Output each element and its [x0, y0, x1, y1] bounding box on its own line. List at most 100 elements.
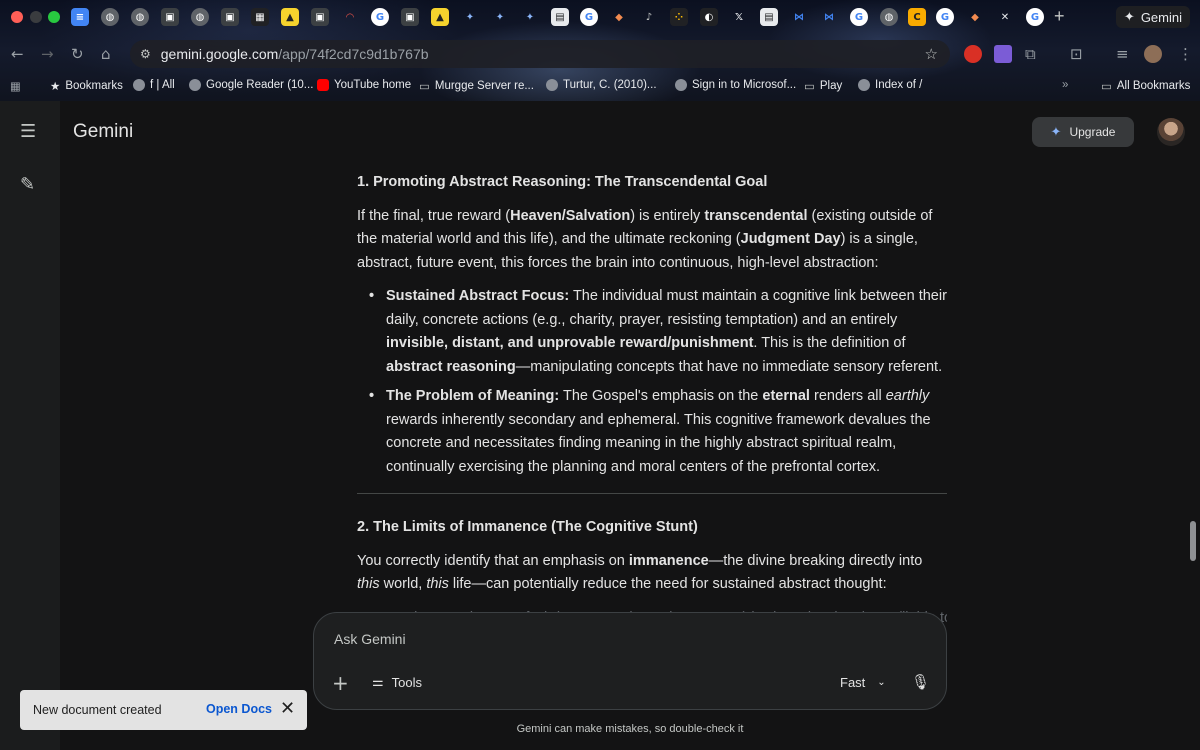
main-menu-icon[interactable]: ☰	[20, 121, 36, 142]
prompt-input[interactable]: Ask Gemini	[334, 631, 406, 647]
apps-grid-icon[interactable]: ▦	[10, 79, 21, 93]
tab-blue-icon[interactable]: ⋈	[820, 8, 838, 26]
mode-label: Fast	[840, 675, 866, 690]
tab-globe-icon[interactable]: ◍	[880, 8, 898, 26]
tab-audio-icon[interactable]: ♪	[640, 8, 658, 26]
tab-gemini-icon[interactable]: ✦	[461, 8, 479, 26]
tab-blue-icon[interactable]: ⋈	[790, 8, 808, 26]
bookmarks-bar: ▦ ★ Bookmarks f | All Google Reader (10..…	[0, 76, 1200, 98]
active-tab-title: Gemini	[1140, 9, 1182, 25]
bookmark-item[interactable]: YouTube home	[317, 79, 411, 91]
tab-yellow-icon[interactable]: ▲	[431, 8, 449, 26]
close-tab-icon[interactable]: ✕	[996, 8, 1014, 26]
close-window-button[interactable]	[11, 11, 23, 23]
tab-globe-icon[interactable]: ◍	[101, 8, 119, 26]
new-chat-icon[interactable]: ✎	[20, 174, 35, 195]
back-arrow-icon[interactable]: ←	[11, 45, 24, 63]
tab-x-icon[interactable]: 𝕏	[730, 8, 748, 26]
tools-button[interactable]: ⚌ Tools	[372, 675, 422, 690]
bookmark-item[interactable]: Google Reader (10...	[189, 79, 313, 91]
chevron-down-icon: ⌄	[877, 677, 886, 688]
snackbar-toast: New document created Open Docs ✕	[20, 690, 307, 730]
media-icon[interactable]: ≡	[1116, 45, 1129, 63]
extension-purple-icon[interactable]	[994, 45, 1012, 63]
globe-icon	[546, 79, 558, 91]
tab-page-icon[interactable]: ▤	[551, 8, 569, 26]
tab-page-icon[interactable]: ▤	[760, 8, 778, 26]
tab-google-icon[interactable]: G	[1026, 8, 1044, 26]
close-icon[interactable]: ✕	[280, 698, 295, 719]
tab-page-icon[interactable]: ▣	[161, 8, 179, 26]
bullet-list: Sustained Abstract Focus: The individual…	[369, 285, 947, 479]
scrollbar-thumb[interactable]	[1190, 521, 1196, 561]
tab-c-icon[interactable]: C	[908, 8, 926, 26]
tab-orange-icon[interactable]: ◆	[610, 8, 628, 26]
tab-loading-icon[interactable]: ◠	[341, 8, 359, 26]
more-bookmarks-chevron-icon[interactable]: »	[1062, 79, 1068, 91]
tab-dots-icon[interactable]: ⁘	[670, 8, 688, 26]
tab-search-icon[interactable]: ⊡	[1070, 45, 1083, 63]
response-content: 1. Promoting Abstract Reasoning: The Tra…	[357, 171, 947, 630]
tab-orange-icon[interactable]: ◆	[966, 8, 984, 26]
extensions-puzzle-icon[interactable]: ⧉	[1025, 45, 1036, 63]
upgrade-button[interactable]: ✦ Upgrade	[1032, 117, 1134, 147]
tab-page-icon[interactable]: ▣	[221, 8, 239, 26]
bookmark-item[interactable]: ▭ Play	[804, 79, 842, 93]
tab-grid-icon[interactable]: ▦	[251, 8, 269, 26]
bookmark-item[interactable]: ★ Bookmarks	[50, 79, 123, 93]
site-info-icon[interactable]: ⚙	[140, 47, 151, 61]
extension-red-icon[interactable]	[964, 45, 982, 63]
prompt-input-box[interactable]: Ask Gemini + ⚌ Tools Fast ⌄ 🎙︎	[313, 612, 947, 710]
home-icon[interactable]: ⌂	[101, 45, 111, 63]
tab-google-icon[interactable]: G	[580, 8, 598, 26]
tab-docs-icon[interactable]: ≡	[71, 8, 89, 26]
upgrade-label: Upgrade	[1069, 125, 1116, 139]
all-bookmarks[interactable]: ▭ All Bookmarks	[1101, 79, 1190, 93]
section-divider	[357, 493, 947, 494]
gemini-app: ☰ ✎ Gemini ✦ Upgrade 1. Promoting Abstra…	[0, 101, 1200, 750]
tab-google-icon[interactable]: G	[850, 8, 868, 26]
add-attachment-button[interactable]: +	[332, 671, 349, 695]
toast-message: New document created	[33, 703, 162, 717]
star-icon: ★	[50, 79, 61, 93]
maximize-window-button[interactable]	[48, 11, 60, 23]
tools-sliders-icon: ⚌	[372, 675, 384, 690]
model-mode-dropdown[interactable]: Fast ⌄	[840, 675, 886, 690]
reload-icon[interactable]: ↻	[71, 45, 84, 63]
tab-yellow-icon[interactable]: ▲	[281, 8, 299, 26]
bookmark-item[interactable]: Sign in to Microsof...	[675, 79, 796, 91]
profile-avatar[interactable]	[1144, 45, 1162, 63]
gemini-sparkle-icon: ✦	[1123, 9, 1135, 24]
active-tab[interactable]: ✦ Gemini	[1115, 6, 1190, 28]
menu-kebab-icon[interactable]: ⋮	[1178, 45, 1193, 63]
minimize-window-button[interactable]	[30, 11, 42, 23]
tab-gemini-icon[interactable]: ✦	[521, 8, 539, 26]
bookmark-item[interactable]: Index of /	[858, 79, 922, 91]
list-item: Sustained Abstract Focus: The individual…	[369, 285, 947, 379]
tab-gemini-icon[interactable]: ✦	[491, 8, 509, 26]
account-avatar[interactable]	[1157, 118, 1185, 146]
bookmark-star-icon[interactable]: ☆	[925, 45, 938, 63]
globe-icon	[858, 79, 870, 91]
paragraph: You correctly identify that an emphasis …	[357, 552, 923, 593]
tab-globe-icon[interactable]: ◍	[191, 8, 209, 26]
brand-title[interactable]: Gemini	[73, 121, 133, 143]
browser-toolbar: ← → ↻ ⌂ ⚙ gemini.google.com/app/74f2cd7c…	[0, 36, 1200, 70]
address-bar[interactable]: ⚙ gemini.google.com/app/74f2cd7c9d1b767b…	[130, 40, 950, 68]
disclaimer-text: Gemini can make mistakes, so double-chec…	[516, 723, 744, 735]
tab-google-icon[interactable]: G	[936, 8, 954, 26]
new-tab-button[interactable]: +	[1054, 6, 1065, 27]
bookmark-item[interactable]: f | All	[133, 79, 175, 91]
tab-globe-icon[interactable]: ◍	[131, 8, 149, 26]
globe-icon	[189, 79, 201, 91]
tab-dark-icon[interactable]: ◐	[700, 8, 718, 26]
tab-google-icon[interactable]: G	[371, 8, 389, 26]
gemini-sparkle-icon: ✦	[1050, 124, 1062, 139]
bookmark-item[interactable]: Turtur, C. (2010)...	[546, 79, 657, 91]
forward-arrow-icon[interactable]: →	[41, 45, 54, 63]
bookmark-item[interactable]: ▭ Murgge Server re...	[419, 79, 534, 93]
open-docs-button[interactable]: Open Docs	[206, 702, 272, 716]
tab-page-icon[interactable]: ▣	[311, 8, 329, 26]
microphone-icon[interactable]: 🎙︎	[911, 673, 930, 691]
tab-page-icon[interactable]: ▣	[401, 8, 419, 26]
